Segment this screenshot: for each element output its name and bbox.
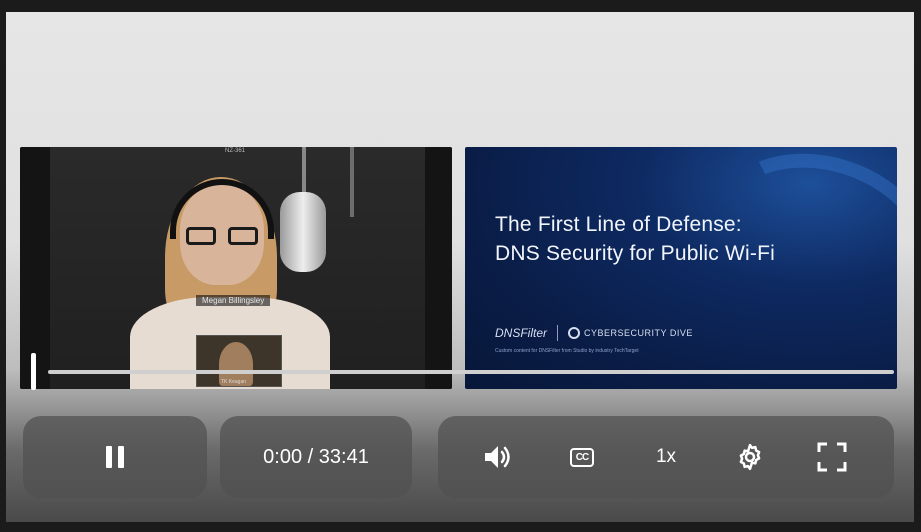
pip-video: TK Keagan (196, 335, 282, 387)
volume-icon (485, 446, 510, 468)
play-control-group (23, 416, 207, 498)
fullscreen-icon (817, 442, 847, 472)
time-control-group: 0:00 / 33:41 (220, 416, 412, 498)
presentation-slide: The First Line of Defense: DNS Security … (465, 147, 897, 389)
video-player[interactable]: NZ-361 Megan Billingsley TK Keagan The F… (6, 12, 914, 522)
frame-edge (425, 147, 452, 389)
playback-speed-button[interactable]: 1x (644, 435, 688, 479)
fullscreen-button[interactable] (810, 435, 854, 479)
speaker-video: NZ-361 Megan Billingsley TK Keagan (20, 147, 452, 389)
tools-control-group: CC 1x (438, 416, 894, 498)
slide-title-line2: DNS Security for Public Wi-Fi (495, 242, 776, 265)
pause-button[interactable] (23, 416, 207, 498)
cybersecurity-dive-logo: CYBERSECURITY DIVE (568, 327, 693, 339)
captions-button[interactable]: CC (560, 435, 604, 479)
gear-icon (739, 443, 761, 471)
progress-handle[interactable] (31, 353, 36, 390)
pause-icon (103, 446, 127, 468)
microphone (280, 192, 326, 272)
time-display: 0:00 / 33:41 (263, 445, 369, 468)
slide-title-line1: The First Line of Defense: (495, 213, 742, 236)
progress-track[interactable] (48, 370, 894, 374)
cybersecurity-dive-icon (568, 327, 581, 339)
dnsfilter-logo: DNSFilter (495, 326, 548, 340)
captions-icon: CC (570, 447, 594, 467)
camera-tag: NZ-361 (225, 148, 246, 154)
cybersecurity-dive-text: CYBERSECURITY DIVE (584, 328, 693, 338)
mic-arm (350, 147, 354, 217)
glasses (186, 227, 258, 247)
volume-button[interactable] (476, 435, 520, 479)
sponsor-logos: DNSFilter CYBERSECURITY DIVE (495, 325, 693, 341)
logo-divider (557, 325, 559, 341)
slide-title: The First Line of Defense: DNS Security … (495, 210, 775, 268)
slide-footnote: Custom content for DNSFilter from Studio… (495, 348, 639, 354)
speaker-name-tag: Megan Billingsley (196, 295, 271, 306)
settings-button[interactable] (728, 435, 772, 479)
pip-label: TK Keagan (221, 379, 247, 385)
